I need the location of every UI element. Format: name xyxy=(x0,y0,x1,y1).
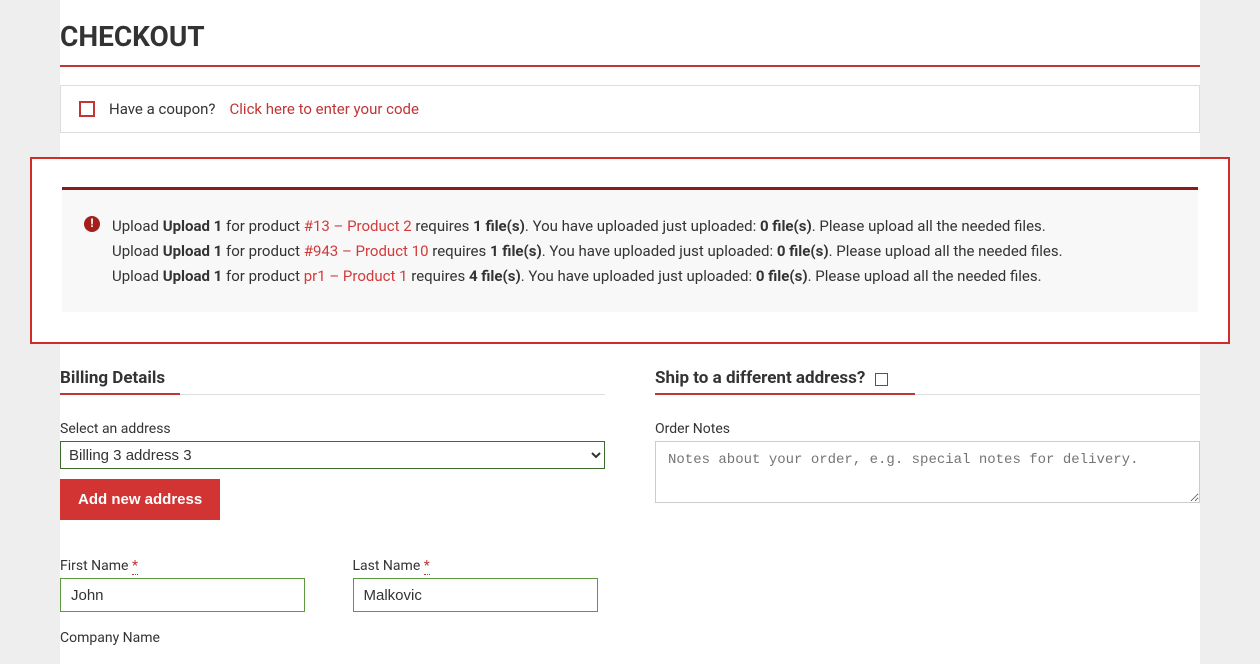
product-link[interactable]: #943 – Product 10 xyxy=(304,242,429,260)
product-link[interactable]: #13 – Product 2 xyxy=(304,217,412,235)
add-address-button[interactable]: Add new address xyxy=(60,479,220,520)
error-line: Upload Upload 1 for product #13 – Produc… xyxy=(112,214,1174,239)
first-name-field[interactable] xyxy=(60,578,305,612)
coupon-prompt: Have a coupon? xyxy=(109,100,216,118)
ship-different-checkbox[interactable] xyxy=(875,373,888,386)
error-highlight-frame: ! Upload Upload 1 for product #13 – Prod… xyxy=(30,157,1230,344)
coupon-link[interactable]: Click here to enter your code xyxy=(230,100,419,118)
order-notes-field[interactable] xyxy=(655,441,1200,503)
page-title: CHECKOUT xyxy=(60,20,1200,67)
billing-column: Billing Details Select an address Billin… xyxy=(60,368,605,664)
coupon-banner: Have a coupon? Click here to enter your … xyxy=(60,85,1200,133)
last-name-label: Last Name * xyxy=(353,558,606,574)
product-link[interactable]: pr1 – Product 1 xyxy=(304,267,408,285)
company-name-label: Company Name xyxy=(60,630,605,646)
select-address-label: Select an address xyxy=(60,421,605,437)
billing-heading: Billing Details xyxy=(60,368,605,395)
last-name-field[interactable] xyxy=(353,578,598,612)
error-line: Upload Upload 1 for product #943 – Produ… xyxy=(112,239,1174,264)
alert-icon: ! xyxy=(84,216,100,232)
shipping-heading: Ship to a different address? xyxy=(655,368,1200,395)
shipping-column: Ship to a different address? Order Notes xyxy=(655,368,1200,664)
address-select[interactable]: Billing 3 address 3 xyxy=(60,441,605,469)
error-line: Upload Upload 1 for product pr1 – Produc… xyxy=(112,264,1174,289)
coupon-icon xyxy=(79,101,95,117)
error-messages: ! Upload Upload 1 for product #13 – Prod… xyxy=(62,187,1198,312)
first-name-label: First Name * xyxy=(60,558,313,574)
order-notes-label: Order Notes xyxy=(655,421,1200,437)
